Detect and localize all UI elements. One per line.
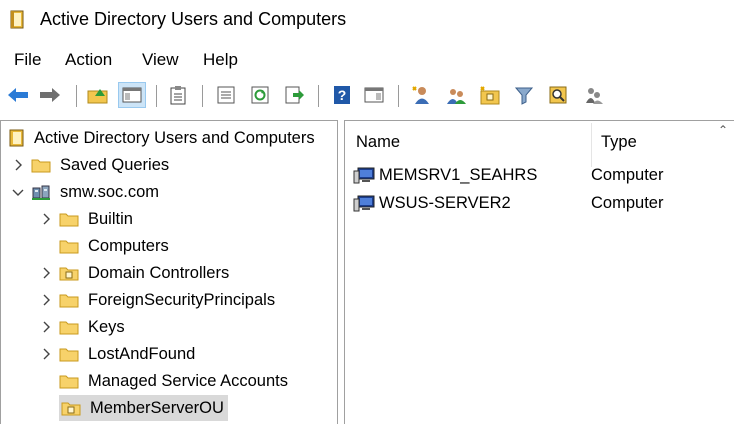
tree-item-saved-queries[interactable]: Saved Queries — [11, 152, 173, 178]
tree-item-lost-and-found[interactable]: LostAndFound — [39, 341, 199, 367]
list-item-type: Computer — [591, 193, 664, 212]
find-icon[interactable] — [546, 82, 570, 108]
chevron-right-icon[interactable] — [39, 266, 53, 280]
tree-item-computers[interactable]: Computers — [39, 233, 173, 259]
folder-icon — [59, 348, 79, 362]
details-pane[interactable]: Name Type ⌃ MEMSRV1_SEAHRS Computer WSUS… — [344, 120, 734, 424]
chevron-right-icon[interactable] — [39, 320, 53, 334]
toolbar-separator — [318, 85, 319, 107]
properties-icon[interactable] — [166, 82, 190, 108]
tree-root[interactable]: Active Directory Users and Computers — [9, 125, 319, 151]
chevron-right-icon[interactable] — [39, 293, 53, 307]
toolbar-separator — [156, 85, 157, 107]
export-list-icon[interactable] — [214, 82, 238, 108]
ou-folder-icon — [59, 267, 79, 281]
add-to-group-icon[interactable] — [582, 82, 606, 108]
tree-item-keys[interactable]: Keys — [39, 314, 129, 340]
chevron-right-icon[interactable] — [11, 158, 25, 172]
chevron-right-icon[interactable] — [39, 347, 53, 361]
console-tree[interactable]: Active Directory Users and Computers Sav… — [0, 120, 338, 424]
forward-icon[interactable] — [38, 82, 62, 108]
folder-icon — [59, 240, 79, 254]
tree-item-managed-service-accounts[interactable]: Managed Service Accounts — [39, 368, 292, 394]
tree-item-member-server-ou[interactable]: MemberServerOU — [59, 395, 228, 421]
domain-icon — [32, 185, 50, 200]
toolbar: ? — [0, 79, 734, 113]
new-ou-icon[interactable] — [478, 82, 502, 108]
help-icon[interactable]: ? — [330, 82, 354, 108]
tree-item-domain-controllers[interactable]: Domain Controllers — [39, 260, 233, 286]
folder-icon — [59, 375, 79, 389]
column-header-type[interactable]: Type — [601, 133, 637, 152]
book-icon — [9, 129, 24, 147]
new-user-icon[interactable] — [410, 82, 434, 108]
menu-help[interactable]: Help — [203, 50, 238, 70]
folder-icon — [59, 213, 79, 227]
up-folder-icon[interactable] — [86, 82, 110, 108]
list-item-name: WSUS-SERVER2 — [379, 193, 511, 212]
export-icon[interactable] — [282, 82, 306, 108]
back-icon[interactable] — [6, 82, 30, 108]
folder-icon — [59, 294, 79, 308]
toolbar-separator — [398, 85, 399, 107]
tree-item-builtin[interactable]: Builtin — [39, 206, 137, 232]
menu-file[interactable]: File — [14, 50, 41, 70]
column-divider[interactable] — [591, 123, 592, 167]
toolbar-separator — [76, 85, 77, 107]
tree-item-domain[interactable]: smw.soc.com — [11, 179, 163, 205]
toolbar-separator — [202, 85, 203, 107]
tree-item-foreign-security-principals[interactable]: ForeignSecurityPrincipals — [39, 287, 279, 313]
menu-bar: File Action View Help — [0, 44, 734, 76]
chevron-up-icon: ⌃ — [717, 123, 728, 137]
chevron-right-icon[interactable] — [39, 212, 53, 226]
refresh-icon[interactable] — [248, 82, 272, 108]
tree-root-label: Active Directory Users and Computers — [34, 128, 315, 147]
action-pane-icon[interactable] — [362, 82, 386, 108]
show-hide-console-tree-icon[interactable] — [118, 82, 146, 108]
chevron-down-icon[interactable] — [11, 185, 25, 199]
title-bar: Active Directory Users and Computers — [0, 0, 734, 40]
folder-icon — [59, 321, 79, 335]
new-group-icon[interactable] — [444, 82, 468, 108]
window-title: Active Directory Users and Computers — [40, 9, 347, 29]
menu-action[interactable]: Action — [65, 50, 112, 70]
list-item[interactable]: MEMSRV1_SEAHRS Computer — [353, 162, 663, 188]
svg-text:?: ? — [338, 87, 347, 103]
list-item-name: MEMSRV1_SEAHRS — [379, 165, 538, 184]
folder-icon — [31, 159, 51, 173]
column-header-name[interactable]: Name — [356, 133, 400, 152]
filter-icon[interactable] — [512, 82, 536, 108]
ou-folder-icon — [61, 402, 81, 416]
menu-view[interactable]: View — [142, 50, 179, 70]
book-icon — [10, 10, 24, 29]
computer-icon — [353, 195, 375, 212]
list-item[interactable]: WSUS-SERVER2 Computer — [353, 190, 663, 216]
list-item-type: Computer — [591, 165, 664, 184]
computer-icon — [353, 167, 375, 184]
